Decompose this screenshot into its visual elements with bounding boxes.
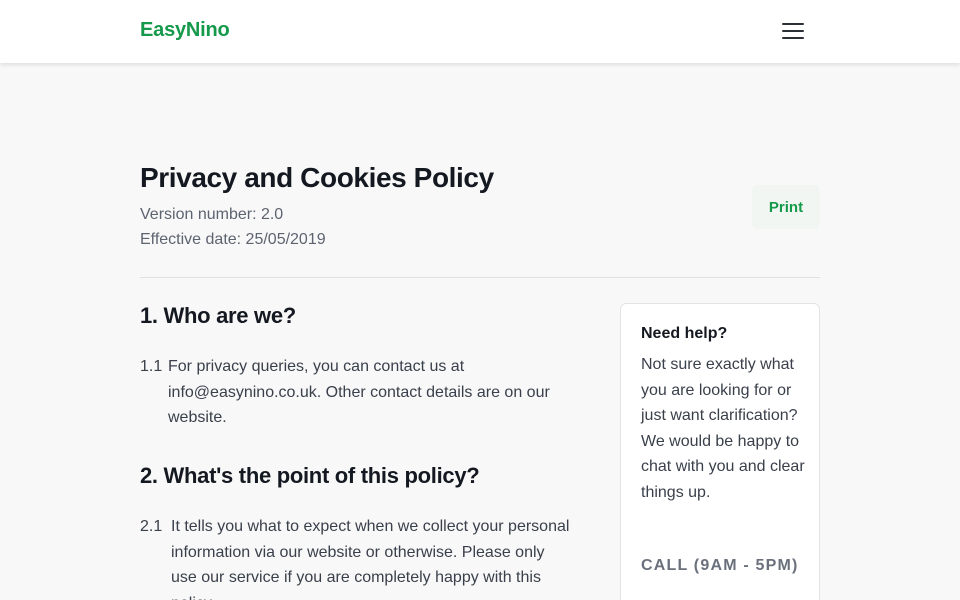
top-navbar: EasyNino xyxy=(0,0,960,63)
menu-bar-line xyxy=(782,37,804,39)
page-title: Privacy and Cookies Policy xyxy=(140,162,494,193)
menu-bar-line xyxy=(782,30,804,32)
clause-number: 2.1 xyxy=(140,518,163,535)
print-button[interactable]: Print xyxy=(752,185,820,229)
clause-1-1: 1.1 For privacy queries, you can contact… xyxy=(140,354,580,431)
help-body: Not sure exactly what you are looking fo… xyxy=(641,356,805,501)
version-number: Version number: 2.0 xyxy=(140,206,284,223)
clause-text: For privacy queries, you can contact us … xyxy=(168,358,550,426)
help-title: Need help? xyxy=(641,325,728,342)
need-help-card: Need help? Not sure exactly what you are… xyxy=(620,303,820,600)
menu-bar-line xyxy=(782,23,804,25)
clause-text: It tells you what to expect when we coll… xyxy=(171,518,570,600)
hamburger-menu-icon[interactable] xyxy=(778,18,808,44)
call-hours-label: CALL (9AM - 5PM) xyxy=(641,557,799,574)
section-heading-policy-point: 2. What's the point of this policy? xyxy=(140,463,480,488)
section-heading-who-are-we: 1. Who are we? xyxy=(140,303,296,328)
clause-2-1: 2.1 It tells you what to expect when we … xyxy=(140,514,580,600)
brand-logo[interactable]: EasyNino xyxy=(140,19,230,42)
effective-date: Effective date: 25/05/2019 xyxy=(140,231,326,248)
header-divider xyxy=(140,277,820,278)
clause-number: 1.1 xyxy=(140,358,163,375)
